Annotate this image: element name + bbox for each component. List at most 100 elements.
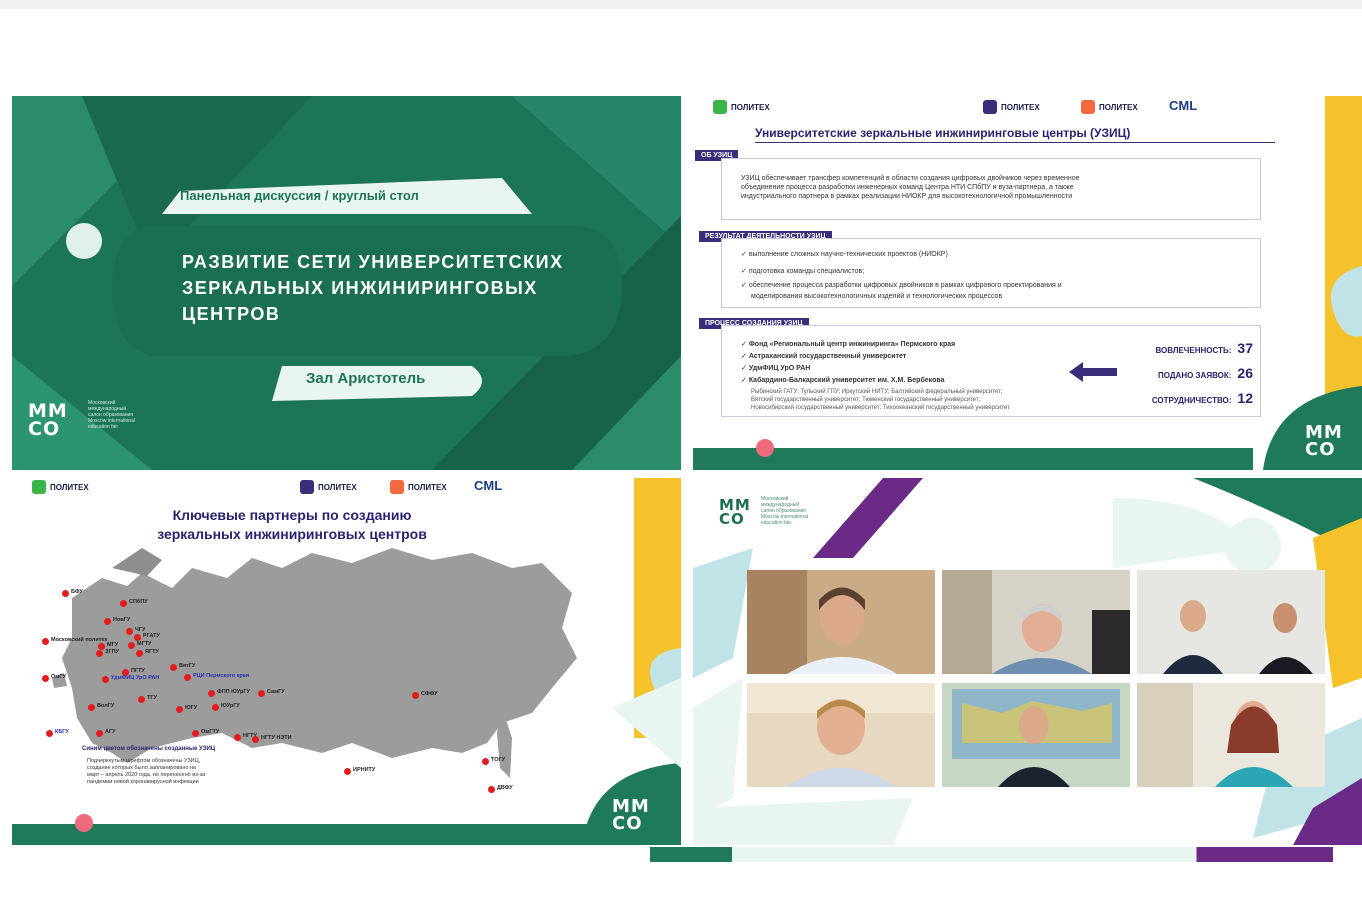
city-dot [42,638,49,645]
city-dot [136,650,143,657]
title-underline [755,142,1275,143]
cml-logo: CML [1169,98,1198,113]
city-label: РГАТУ [143,633,160,639]
city-label: ПГТУ [131,668,145,674]
city-label: МГУ [107,642,119,648]
city-label: СПбПУ [129,599,148,605]
participant-avatar [942,570,1130,674]
mmco-logo: ММ СО [1305,422,1343,461]
list-item: ✓ УдмФИЦ УрО РАН [741,365,811,372]
logo-caption: Московский международный салон образован… [761,496,808,526]
city-label: ЮГУ [185,705,198,711]
city-dot [192,730,199,737]
video-tile-participant-3[interactable] [1137,570,1325,674]
city-label: АГУ [105,729,116,735]
slide-title-line: РАЗВИТИЕ СЕТИ УНИВЕРСИТЕТСКИХ [182,252,564,272]
city-label: СФФУ [421,691,438,697]
city-label: ТОГУ [491,757,506,763]
city-dot [344,768,351,775]
slide-title-line: ЗЕРКАЛЬНЫХ ИНЖИНИРИНГОВЫХ [182,278,538,298]
city-dot [258,690,265,697]
city-dot [252,736,259,743]
participant-avatar [1137,683,1325,787]
city-dot [234,734,241,741]
city-label: ИРНИТУ [353,767,376,773]
city-markers: БФУ СПбПУ НовГУ ЧГУ РГАТУ Московский политех М… [12,478,681,845]
city-dot [104,618,111,625]
participant-avatar [1137,570,1325,674]
slide-uzic-panel: ПОЛИТЕХ ПОЛИТЕХ ПОЛИТЕХ CML Университетс… [693,96,1362,470]
stats-block: ВОВЛЕЧЕННОСТЬ: 37 ПОДАНО ЗАЯВОК: 26 СОТР… [1123,340,1253,415]
city-label: НГТУ НЭТИ [261,735,292,741]
panel-subtitle: Панельная дискуссия / круглый стол [180,188,419,203]
politech-logo-3: ПОЛИТЕХ [1081,100,1138,114]
map-footnote-title: Синим цветом обозначены созданные УЗИЦ [82,746,216,752]
slide-title: Университетские зеркальные инжиниринговы… [755,126,1131,140]
city-label: ЯГТУ [145,649,159,655]
map-footnote-text: Подчеркнутым шрифтом обозначены УЗИЦ, со… [87,758,206,785]
mmco-logo: ММ СО [28,400,68,441]
video-tile-participant-4[interactable] [747,683,935,787]
city-dot [88,704,95,711]
list-item: ✓ подготовка команды специалистов; [741,268,865,275]
arrow-left-icon [1069,362,1117,382]
city-dot [98,643,105,650]
city-dot [62,590,69,597]
city-label: ВятГУ [179,663,196,669]
politech-icon [713,100,727,114]
city-dot [96,650,103,657]
city-dot [134,634,141,641]
city-label: ОмГУ [51,674,66,680]
city-dot [482,758,489,765]
participant-avatar [942,683,1130,787]
city-dot [120,600,127,607]
city-dot [128,642,135,649]
city-dot [412,692,419,699]
mmco-logo: ММ СО [612,796,650,835]
stat-row: ВОВЛЕЧЕННОСТЬ: 37 [1155,340,1253,356]
video-tile-participant-2[interactable] [942,570,1130,674]
politech-icon [1081,100,1095,114]
city-label: ЗГПУ [105,649,119,655]
slide-title: РАЗВИТИЕ СЕТИ УНИВЕРСИТЕТСКИХ ЗЕРКАЛЬНЫХ… [182,249,564,327]
city-dot [488,786,495,793]
city-label: БФУ [71,589,83,595]
participant-avatar [747,570,935,674]
list-item: моделирования высокотехнологичных издели… [751,293,1003,300]
top-strip [0,0,1362,9]
politech-icon [983,100,997,114]
city-dot [176,706,183,713]
city-label: КБГУ [55,729,69,735]
city-dot [170,664,177,671]
city-label: РЦИ Пермского края [193,673,250,679]
participant-avatar [747,683,935,787]
city-dot [138,696,145,703]
city-dot [42,675,49,682]
city-label: ЮУрГУ [221,703,240,709]
politech-logo-2: ПОЛИТЕХ [983,100,1040,114]
result-list: ✓ выполнение сложных научно-технических … [741,246,1062,302]
video-tile-participant-5[interactable] [942,683,1130,787]
process-small-list: Рыбинский ГАТУ; Тульский ГПУ; Иркутский … [751,389,1010,411]
slide-title-panel: Панельная дискуссия / круглый стол РАЗВИ… [12,96,681,470]
stat-row: ПОДАНО ЗАЯВОК: 26 [1157,365,1253,381]
city-label: УдмФИЦ УрО РАН [111,675,160,681]
city-dot [126,628,133,635]
slide-title-line: ЦЕНТРОВ [182,304,281,324]
mmco-logo: ММ СО [719,496,751,529]
city-dot [102,676,109,683]
city-label: ДВФУ [497,785,513,791]
video-tile-participant-1[interactable] [747,570,935,674]
bottom-decor-strip [650,847,1333,862]
list-item: ✓ Фонд «Региональный центр инжиниринга» … [741,341,956,348]
video-tile-participant-6[interactable] [1137,683,1325,787]
process-list: ✓ Фонд «Региональный центр инжиниринга» … [741,339,955,387]
list-item: ✓ обеспечение процесса разработки цифров… [741,282,1062,289]
city-label: НовГУ [113,617,131,623]
logo-caption: Московский международный салон образован… [88,400,135,430]
city-label: ФПП ЮУрГУ [217,689,250,695]
city-dot [184,674,191,681]
slide-partners-panel: ПОЛИТЕХ ПОЛИТЕХ ПОЛИТЕХ CML Ключевые пар… [12,478,681,845]
city-label: ВолГУ [97,703,115,709]
list-item: ✓ Кабардино-Балкарский университет им. Х… [741,377,945,384]
